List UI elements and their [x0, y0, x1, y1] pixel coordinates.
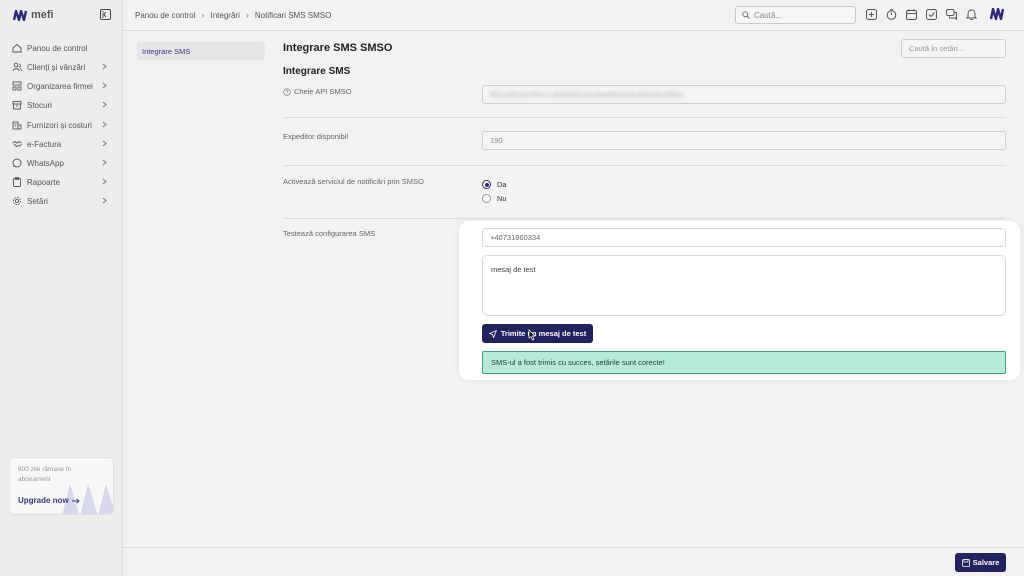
upgrade-now-label: Upgrade now: [18, 496, 69, 505]
sidebar: mefi Panou de control Clienți și vânzări…: [0, 0, 123, 576]
sidebar-item-label: Panou de control: [27, 43, 88, 53]
help-circle-icon[interactable]: [283, 87, 291, 96]
radio-da[interactable]: Da: [482, 180, 507, 189]
section-title: Integrare SMS: [283, 66, 351, 77]
chevron-right-icon: [102, 197, 107, 204]
breadcrumb-item-integrari[interactable]: Integrări: [211, 11, 240, 20]
sidebar-item-label: Setări: [27, 196, 48, 206]
calendar-icon[interactable]: [906, 9, 917, 20]
sidebar-item-setari[interactable]: Setări: [12, 193, 112, 209]
subnav-item-integrare-sms[interactable]: Integrare SMS: [137, 42, 265, 60]
add-icon[interactable]: [866, 9, 877, 20]
radio-da-label: Da: [497, 180, 507, 189]
chevron-right-icon: [102, 159, 107, 166]
sender-label: Expeditor disponibil: [283, 132, 349, 141]
test-label: Testează configurarea SMS: [283, 229, 376, 238]
sidebar-item-whatsapp[interactable]: WhatsApp: [12, 155, 112, 171]
global-search[interactable]: [735, 6, 856, 24]
api-key-label: Cheie API SMSO: [294, 87, 352, 96]
divider: [283, 165, 1006, 166]
users-icon: [12, 62, 22, 72]
sidebar-item-clienti[interactable]: Clienți și vânzări: [12, 59, 112, 75]
breadcrumb-separator: ›: [245, 10, 249, 20]
sidebar-item-panou[interactable]: Panou de control: [12, 40, 112, 56]
divider: [283, 218, 1006, 219]
footer-divider: [123, 547, 1024, 548]
floppy-disk-icon: [961, 558, 970, 567]
subscription-days-note: 600 zile rămase în abonament: [18, 466, 72, 483]
bell-icon[interactable]: [966, 9, 977, 20]
success-alert: SMS-ul a fost trimis cu succes, setările…: [482, 351, 1006, 374]
box-icon: [12, 101, 22, 110]
api-key-field[interactable]: 8f2ca9f1b23f4ccc48af9d014a3f8d05ab2b3f4b…: [482, 85, 1006, 104]
settings-search-input[interactable]: [901, 39, 1006, 58]
clipboard-icon: [13, 177, 21, 187]
chat-icon[interactable]: [946, 9, 957, 20]
chevron-right-icon: [102, 82, 107, 89]
breadcrumb-item-current: Notificari SMS SMSO: [254, 10, 332, 20]
sidebar-item-organizarea[interactable]: Organizarea firmei: [12, 78, 112, 94]
search-icon: [742, 11, 750, 19]
sidebar-item-label: e-Factura: [27, 139, 62, 149]
sidebar-item-label: Organizarea firmei: [27, 81, 93, 91]
search-input[interactable]: [754, 10, 854, 20]
chevron-right-icon: [102, 140, 107, 147]
timer-icon[interactable]: [886, 9, 897, 20]
send-test-message-label: Trimite un mesaj de test: [500, 329, 587, 338]
divider: [283, 117, 1006, 118]
whatsapp-icon: [12, 158, 22, 168]
save-button[interactable]: Salvare: [955, 553, 1006, 572]
breadcrumb-item-panou[interactable]: Panou de control: [135, 11, 196, 20]
chevron-right-icon: [102, 178, 107, 185]
mefi-logo-icon: [13, 9, 28, 21]
radio-nu-label: Nu: [497, 194, 507, 203]
message-textarea[interactable]: mesaj de test: [482, 255, 1006, 316]
gear-icon: [12, 196, 22, 206]
upgrade-now-link[interactable]: Upgrade now: [18, 496, 80, 505]
home-icon: [12, 43, 22, 53]
tasks-check-icon[interactable]: [926, 9, 937, 20]
sender-field[interactable]: [482, 131, 1006, 150]
sidebar-item-rapoarte[interactable]: Rapoarte: [12, 174, 112, 190]
send-test-message-button[interactable]: Trimite un mesaj de test: [482, 324, 593, 343]
sidebar-item-label: Furnizori și costuri: [27, 120, 92, 130]
top-bar: Panou de control › Integrări › Notificar…: [123, 0, 1024, 31]
page-title: Integrare SMS SMSO: [283, 42, 393, 54]
send-icon: [488, 329, 497, 338]
chevron-right-icon: [102, 63, 107, 70]
building-icon: [12, 121, 22, 130]
collapse-sidebar-icon[interactable]: [100, 9, 111, 20]
save-label: Salvare: [972, 558, 1000, 567]
breadcrumb-separator: ›: [201, 10, 205, 20]
chevron-right-icon: [102, 121, 107, 128]
success-message: SMS-ul a fost trimis cu succes, setările…: [491, 358, 665, 367]
chevron-right-icon: [102, 101, 107, 108]
sidebar-item-efactura[interactable]: e-Factura: [12, 136, 112, 152]
activate-label: Activează serviciul de notificări prin S…: [283, 177, 424, 186]
mefi-app-icon[interactable]: [990, 8, 1004, 20]
handshake-icon: [12, 140, 22, 148]
mouse-cursor-icon: [528, 329, 536, 341]
sidebar-item-label: Clienți și vânzări: [27, 62, 86, 72]
arrow-right-icon: [71, 497, 80, 504]
sidebar-item-stocuri[interactable]: Stocuri: [12, 97, 112, 113]
phone-number-input[interactable]: [482, 228, 1006, 247]
sidebar-item-label: Stocuri: [27, 100, 52, 110]
sidebar-item-label: Rapoarte: [27, 177, 60, 187]
sidebar-item-furnizori[interactable]: Furnizori și costuri: [12, 117, 112, 133]
org-icon: [12, 81, 22, 91]
radio-da-indicator[interactable]: [482, 180, 491, 189]
api-key-value: 8f2ca9f1b23f4ccc48af9d014a3f8d05ab2b3f4b…: [490, 90, 684, 99]
radio-nu[interactable]: Nu: [482, 194, 507, 203]
breadcrumb: Panou de control › Integrări › Notificar…: [135, 10, 331, 20]
brand-name: mefi: [31, 9, 54, 21]
sidebar-item-label: WhatsApp: [27, 158, 64, 168]
upgrade-card: 600 zile rămase în abonament Upgrade now: [9, 457, 114, 515]
radio-nu-indicator[interactable]: [482, 194, 491, 203]
mefi-logo[interactable]: mefi: [13, 9, 54, 21]
api-key-label-row: Cheie API SMSO: [283, 87, 352, 96]
